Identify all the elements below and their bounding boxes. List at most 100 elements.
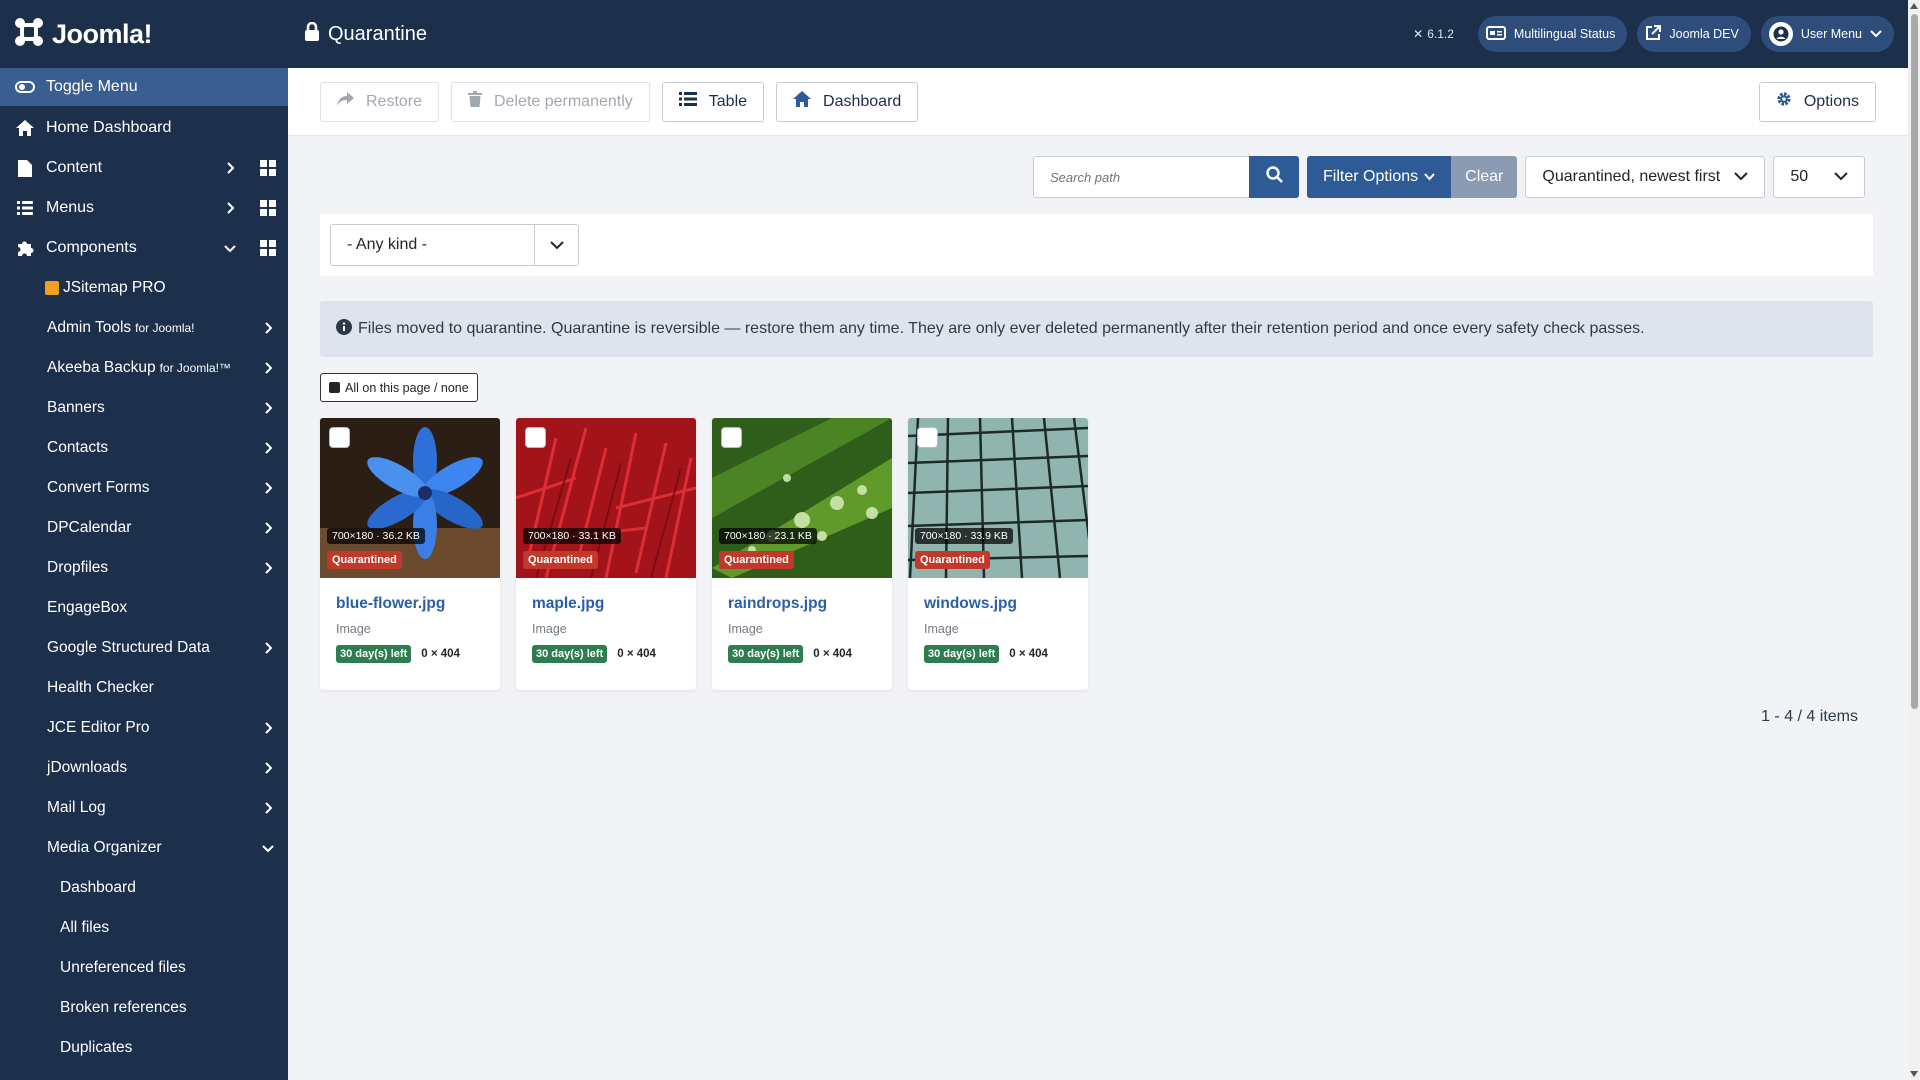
chevron-right-icon[interactable] xyxy=(262,402,274,414)
sidebar-item-label: Banners xyxy=(47,399,105,416)
file-name-link[interactable]: windows.jpg xyxy=(924,595,1072,613)
chevron-right-icon[interactable] xyxy=(262,482,274,494)
sidebar-item-convert-forms[interactable]: Convert Forms xyxy=(0,468,288,508)
clear-button[interactable]: Clear xyxy=(1451,156,1518,198)
search-input[interactable] xyxy=(1033,156,1249,198)
file-kind: Image xyxy=(924,622,959,636)
thumbnail-blue-flower[interactable]: 700×180 · 36.2 KB Quarantined xyxy=(320,418,500,578)
sidebar-item-menus[interactable]: Menus xyxy=(0,188,288,228)
table-view-button[interactable]: Table xyxy=(661,81,765,122)
thumbnail-maple[interactable]: 700×180 · 33.1 KB Quarantined xyxy=(516,418,696,578)
card-checkbox[interactable] xyxy=(917,427,938,448)
sidebar-item-health-checker[interactable]: Health Checker xyxy=(0,668,288,708)
sidebar-item-google-structured-data[interactable]: Google Structured Data xyxy=(0,628,288,668)
file-card[interactable]: 700×180 · 33.9 KB Quarantined windows.jp… xyxy=(908,418,1088,690)
multilingual-status-button[interactable]: Multilingual Status xyxy=(1477,16,1628,52)
dims-badge: 700×180 · 33.9 KB xyxy=(915,528,1013,544)
chevron-down-icon xyxy=(1734,168,1749,186)
chevron-right-icon[interactable] xyxy=(262,562,274,574)
card-checkbox[interactable] xyxy=(721,427,742,448)
dashboard-grid-icon[interactable] xyxy=(260,200,276,216)
dashboard-grid-icon[interactable] xyxy=(260,240,276,256)
chevron-right-icon[interactable] xyxy=(262,722,274,734)
sidebar-item-contacts[interactable]: Contacts xyxy=(0,428,288,468)
page-title-text: Quarantine xyxy=(328,22,427,45)
chevron-right-icon[interactable] xyxy=(262,362,274,374)
site-link-button[interactable]: Joomla DEV xyxy=(1637,16,1751,52)
chevron-right-icon[interactable] xyxy=(224,162,236,174)
card-checkbox[interactable] xyxy=(329,427,350,448)
kind-value: - Any kind - xyxy=(347,236,428,253)
thumbnail-windows[interactable]: 700×180 · 33.9 KB Quarantined xyxy=(908,418,1088,578)
sidebar-item-label: Home Dashboard xyxy=(46,119,172,136)
sidebar-item-mo-dashboard[interactable]: Dashboard xyxy=(0,868,288,908)
scroll-up-arrow-icon[interactable] xyxy=(1910,3,1918,9)
chevron-down-icon[interactable] xyxy=(262,842,274,854)
file-kind: Image xyxy=(728,622,763,636)
thumbnail-raindrops[interactable]: 700×180 · 23.1 KB Quarantined xyxy=(712,418,892,578)
scroll-thumb[interactable] xyxy=(1911,14,1918,709)
toolbar: Restore Delete permanently Table Dashboa… xyxy=(288,68,1908,136)
chevron-down-icon[interactable] xyxy=(224,242,236,254)
sidebar-item-label: EngageBox xyxy=(47,599,128,616)
sort-value: Quarantined, newest first xyxy=(1542,168,1721,185)
sidebar-item-jce-editor-pro[interactable]: JCE Editor Pro xyxy=(0,708,288,748)
file-name-link[interactable]: raindrops.jpg xyxy=(728,595,876,613)
sidebar-item-media-organizer[interactable]: Media Organizer xyxy=(0,828,288,868)
sidebar-item-mo-all-files[interactable]: All files xyxy=(0,908,288,948)
sidebar-item-jsitemap[interactable]: JSitemap PRO xyxy=(0,268,288,308)
sidebar-item-engagebox[interactable]: EngageBox xyxy=(0,588,288,628)
gear-icon xyxy=(1776,91,1792,112)
chevron-right-icon[interactable] xyxy=(262,442,274,454)
sidebar-item-admin-tools[interactable]: Admin Tools for Joomla! xyxy=(0,308,288,348)
options-button[interactable]: Options xyxy=(1758,81,1876,122)
sidebar-item-home-dashboard[interactable]: Home Dashboard xyxy=(0,108,288,148)
select-all-label: All on this page / none xyxy=(345,380,469,395)
search-button[interactable] xyxy=(1249,156,1299,198)
file-card[interactable]: 700×180 · 33.1 KB Quarantined maple.jpg … xyxy=(516,418,696,690)
file-card[interactable]: 700×180 · 36.2 KB Quarantined blue-flowe… xyxy=(320,418,500,690)
sidebar-item-mo-unreferenced-files[interactable]: Unreferenced files xyxy=(0,948,288,988)
sidebar-item-components[interactable]: Components xyxy=(0,228,288,268)
chevron-right-icon[interactable] xyxy=(262,762,274,774)
chevron-right-icon[interactable] xyxy=(262,522,274,534)
sort-select[interactable]: Quarantined, newest first xyxy=(1525,156,1766,198)
sidebar-item-akeeba-backup[interactable]: Akeeba Backup for Joomla!™ xyxy=(0,348,288,388)
select-all-button[interactable]: All on this page / none xyxy=(320,373,478,402)
sidebar-item-label: Admin Tools xyxy=(47,319,132,336)
sidebar-item-dropfiles[interactable]: Dropfiles xyxy=(0,548,288,588)
filter-options-button[interactable]: Filter Options xyxy=(1307,156,1452,198)
delete-permanently-button[interactable]: Delete permanently xyxy=(451,81,650,122)
info-icon xyxy=(336,318,352,340)
card-checkbox[interactable] xyxy=(525,427,546,448)
sidebar-item-mo-duplicates[interactable]: Duplicates xyxy=(0,1028,288,1068)
file-name-link[interactable]: blue-flower.jpg xyxy=(336,595,484,613)
user-menu-button[interactable]: User Menu xyxy=(1760,16,1894,52)
sidebar-item-content[interactable]: Content xyxy=(0,148,288,188)
sidebar-item-dpcalendar[interactable]: DPCalendar xyxy=(0,508,288,548)
search-group xyxy=(1033,156,1299,198)
chevron-right-icon[interactable] xyxy=(262,802,274,814)
page-scrollbar[interactable] xyxy=(1908,0,1920,1080)
dashboard-grid-icon[interactable] xyxy=(260,160,276,176)
dashboard-label: Dashboard xyxy=(823,92,902,110)
file-name-link[interactable]: maple.jpg xyxy=(532,595,680,613)
table-label: Table xyxy=(708,92,748,110)
joomla-logo[interactable]: Joomla! xyxy=(0,0,288,68)
dashboard-button[interactable]: Dashboard xyxy=(776,81,919,122)
file-card[interactable]: 700×180 · 23.1 KB Quarantined raindrops.… xyxy=(712,418,892,690)
scroll-down-arrow-icon[interactable] xyxy=(1910,1071,1918,1077)
restore-button[interactable]: Restore xyxy=(320,81,440,122)
toggle-menu-button[interactable]: Toggle Menu xyxy=(0,68,288,106)
sidebar-item-mail-log[interactable]: Mail Log xyxy=(0,788,288,828)
kind-select[interactable]: - Any kind - xyxy=(330,224,579,266)
sidebar-item-mo-broken-references[interactable]: Broken references xyxy=(0,988,288,1028)
limit-select[interactable]: 50 xyxy=(1773,156,1866,198)
sidebar-item-banners[interactable]: Banners xyxy=(0,388,288,428)
chevron-right-icon[interactable] xyxy=(224,202,236,214)
sidebar-item-label: Health Checker xyxy=(47,679,154,696)
sidebar-item-jdownloads[interactable]: jDownloads xyxy=(0,748,288,788)
chevron-right-icon[interactable] xyxy=(262,322,274,334)
chevron-right-icon[interactable] xyxy=(262,642,274,654)
dims-badge: 700×180 · 33.1 KB xyxy=(523,528,621,544)
